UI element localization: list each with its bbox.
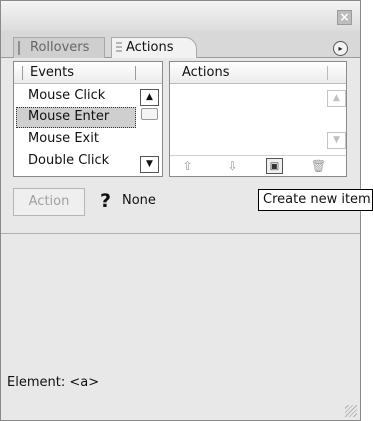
actions-toolbar: ⇧ ⇩ ▣ 🗑 [170,155,346,176]
event-item-double-click[interactable]: Double Click [16,151,136,172]
header-divider [327,66,328,80]
actions-scrollbar[interactable]: ▲ ▼ [327,85,346,155]
actions-list: Actions ▲ ▼ ⇧ ⇩ ▣ 🗑 [169,61,347,177]
event-item-mouse-click[interactable]: Mouse Click [16,86,136,107]
palette-titlebar[interactable]: × [1,1,360,31]
scroll-up-icon[interactable]: ▲ [140,89,159,106]
tab-actions-label: Actions [126,40,174,55]
element-status: Element: <a> [7,375,100,390]
tab-rollovers[interactable]: Rollovers [13,37,105,59]
tab-actions[interactable]: Actions [111,37,197,59]
scroll-up-icon[interactable]: ▲ [327,90,346,107]
header-divider [22,66,23,80]
events-list: Events Mouse Click Mouse Enter Mouse Exi… [13,61,163,177]
trash-icon[interactable]: 🗑 [310,158,327,174]
help-icon[interactable]: ? [100,189,111,213]
panel-menu-button[interactable]: ▸ [333,41,348,56]
tab-bar: Rollovers Actions ▸ [1,31,360,59]
move-up-icon[interactable]: ⇧ [179,158,196,174]
events-scrollbar[interactable]: ▲ ▼ [138,85,161,176]
actions-header-label: Actions [182,65,230,80]
palette-content: Events Mouse Click Mouse Enter Mouse Exi… [1,58,360,420]
tab-grip-icon[interactable] [116,42,122,54]
create-new-item-button[interactable]: ▣ [266,158,283,174]
action-parameters-area: Element: <a> [1,233,360,420]
events-column-header[interactable]: Events [14,62,162,84]
close-button[interactable]: × [337,10,352,25]
resize-grip-icon[interactable] [345,405,357,417]
action-button[interactable]: Action [13,188,85,216]
action-value: None [122,193,156,208]
scroll-down-icon[interactable]: ▼ [140,156,159,173]
move-down-icon[interactable]: ⇩ [224,158,241,174]
scroll-down-icon[interactable]: ▼ [327,132,346,149]
actions-column-header[interactable]: Actions [170,62,346,84]
header-divider [135,66,136,80]
tooltip: Create new item [258,189,373,211]
event-item-mouse-enter[interactable]: Mouse Enter [16,107,136,128]
scroll-thumb[interactable] [141,108,158,120]
events-header-label: Events [30,65,75,80]
tab-rollovers-label: Rollovers [30,40,90,55]
tab-divider [18,41,20,55]
event-item-mouse-exit[interactable]: Mouse Exit [16,129,136,150]
